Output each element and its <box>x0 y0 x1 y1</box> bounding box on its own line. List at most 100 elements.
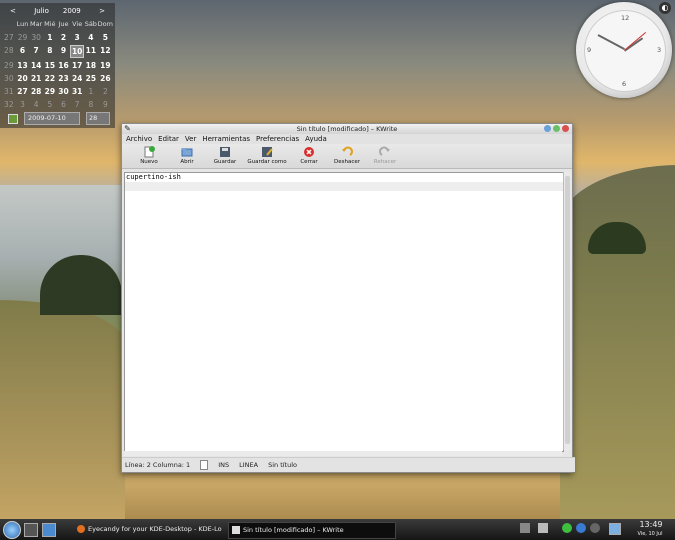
calendar-day[interactable]: 4 <box>84 32 98 43</box>
calendar-day[interactable]: 4 <box>29 99 43 110</box>
calendar-day[interactable]: 1 <box>84 86 98 97</box>
new-button[interactable]: Nuevo <box>130 144 168 165</box>
status-bar: Línea: 2 Columna: 1 INS LINEA Sin título <box>122 457 575 472</box>
main-toolbar: Nuevo Abrir Guardar Guardar como Cerrar <box>122 144 572 169</box>
calendar-day[interactable]: 13 <box>16 60 30 71</box>
file-manager-icon[interactable] <box>42 523 56 537</box>
week-spinbox[interactable]: 28 <box>86 112 110 125</box>
calendar-day[interactable]: 27 <box>16 86 30 97</box>
status-selection-mode[interactable]: LINEA <box>239 461 258 469</box>
calendar-day[interactable]: 11 <box>84 45 98 56</box>
analog-clock-widget: 12 3 6 9 <box>576 2 672 98</box>
scrollbar-thumb[interactable] <box>565 176 570 444</box>
calendar-day[interactable]: 14 <box>29 60 43 71</box>
status-insert-mode[interactable]: INS <box>218 461 229 469</box>
editor-line[interactable]: cupertino-ish <box>125 173 563 182</box>
kde-menu-icon[interactable] <box>3 521 21 539</box>
calendar-day[interactable]: 5 <box>43 99 57 110</box>
calendar-day[interactable]: 1 <box>43 32 57 43</box>
calendar-day[interactable]: 15 <box>43 60 57 71</box>
calendar-day[interactable]: 19 <box>98 60 113 71</box>
task-browser[interactable]: Eyecandy for your KDE-Desktop - KDE-Lo <box>74 522 238 537</box>
maximize-button[interactable] <box>553 125 560 132</box>
prev-month-button[interactable]: < <box>10 7 16 15</box>
save-button[interactable]: Guardar <box>206 144 244 165</box>
network-status-icon[interactable] <box>562 523 572 533</box>
kwrite-app-icon[interactable]: ✎ <box>124 125 131 133</box>
save-as-icon <box>261 146 273 158</box>
text-editor-area[interactable]: cupertino-ish <box>124 172 564 452</box>
minimize-button[interactable] <box>544 125 551 132</box>
calendar-day[interactable]: 3 <box>70 32 84 43</box>
save-as-button[interactable]: Guardar como <box>244 144 290 165</box>
menu-ayuda[interactable]: Ayuda <box>305 134 327 144</box>
info-icon[interactable] <box>590 523 600 533</box>
widget-handle-icon[interactable]: ◐ <box>659 2 671 14</box>
title-bar[interactable]: ✎ Sin título [modificado] – KWrite <box>122 124 572 134</box>
calendar-day[interactable]: 29 <box>43 86 57 97</box>
pager-icon[interactable] <box>520 523 530 533</box>
calendar-day[interactable]: 9 <box>98 99 113 110</box>
menu-editar[interactable]: Editar <box>158 134 179 144</box>
month-label[interactable]: Julio <box>34 7 49 15</box>
open-button[interactable]: Abrir <box>168 144 206 165</box>
calendar-day[interactable]: 26 <box>98 73 113 84</box>
calendar-day[interactable]: 12 <box>98 45 113 56</box>
year-label[interactable]: 2009 <box>63 7 81 15</box>
week-column-header <box>2 19 16 30</box>
calendar-day[interactable]: 2 <box>57 32 71 43</box>
calendar-day[interactable]: 21 <box>29 73 43 84</box>
calendar-day[interactable]: 25 <box>84 73 98 84</box>
task-kwrite[interactable]: Sin título [modificado] – KWrite <box>228 522 396 539</box>
close-button[interactable]: Cerrar <box>290 144 328 165</box>
calendar-day[interactable]: 22 <box>43 73 57 84</box>
hill-right <box>560 165 675 525</box>
calendar-day[interactable]: 10 <box>70 45 84 58</box>
calendar-day[interactable]: 7 <box>70 99 84 110</box>
calendar-icon[interactable] <box>8 113 18 124</box>
clock-number-3: 3 <box>657 46 662 54</box>
calendar-day[interactable]: 6 <box>57 99 71 110</box>
calendar-day[interactable]: 16 <box>57 60 71 71</box>
taskbar-date[interactable]: Vie, 10 Jul <box>626 530 674 538</box>
menu-preferencias[interactable]: Preferencias <box>256 134 299 144</box>
redo-button[interactable]: Rehacer <box>366 144 404 165</box>
menu-herramientas[interactable]: Herramientas <box>202 134 250 144</box>
calendar-day[interactable]: 30 <box>57 86 71 97</box>
calendar-day[interactable]: 8 <box>43 45 57 56</box>
calendar-day[interactable]: 20 <box>16 73 30 84</box>
calendar-day[interactable]: 3 <box>16 99 30 110</box>
device-notifier-icon[interactable] <box>609 523 621 535</box>
menu-ver[interactable]: Ver <box>185 134 196 144</box>
update-icon[interactable] <box>576 523 586 533</box>
calendar-day[interactable]: 17 <box>70 60 84 71</box>
calendar-day[interactable]: 5 <box>98 32 113 43</box>
calendar-day[interactable]: 9 <box>57 45 71 56</box>
calendar-day[interactable]: 8 <box>84 99 98 110</box>
calendar-day[interactable]: 31 <box>70 86 84 97</box>
calendar-day[interactable]: 30 <box>29 32 43 43</box>
show-desktop-icon[interactable] <box>24 523 38 537</box>
clipboard-icon[interactable] <box>538 523 548 533</box>
calendar-day[interactable]: 7 <box>29 45 43 56</box>
menu-archivo[interactable]: Archivo <box>126 134 152 144</box>
calendar-day[interactable]: 24 <box>70 73 84 84</box>
calendar-day[interactable]: 28 <box>29 86 43 97</box>
current-line-highlight[interactable] <box>125 182 563 191</box>
calendar-day[interactable]: 6 <box>16 45 30 56</box>
undo-button[interactable]: Deshacer <box>328 144 366 165</box>
calendar-day[interactable]: 18 <box>84 60 98 71</box>
calendar-day[interactable]: 2 <box>98 86 113 97</box>
calendar-day[interactable]: 23 <box>57 73 71 84</box>
date-input[interactable]: 2009-07-10 <box>24 112 80 125</box>
horizontal-scrollbar[interactable] <box>124 451 562 456</box>
task-browser-label: Eyecandy for your KDE-Desktop - KDE-Lo <box>88 525 222 533</box>
calendar-widget: < Julio 2009 > Lun Mar Mié Jue Vie Sáb D… <box>0 3 115 128</box>
calendar-day[interactable]: 29 <box>16 32 30 43</box>
close-window-button[interactable] <box>562 125 569 132</box>
undo-icon <box>341 146 353 158</box>
next-month-button[interactable]: > <box>99 7 105 15</box>
taskbar-time[interactable]: 13:49 <box>631 520 671 530</box>
day-header: Lun <box>16 20 29 28</box>
vertical-scrollbar[interactable] <box>563 172 571 450</box>
